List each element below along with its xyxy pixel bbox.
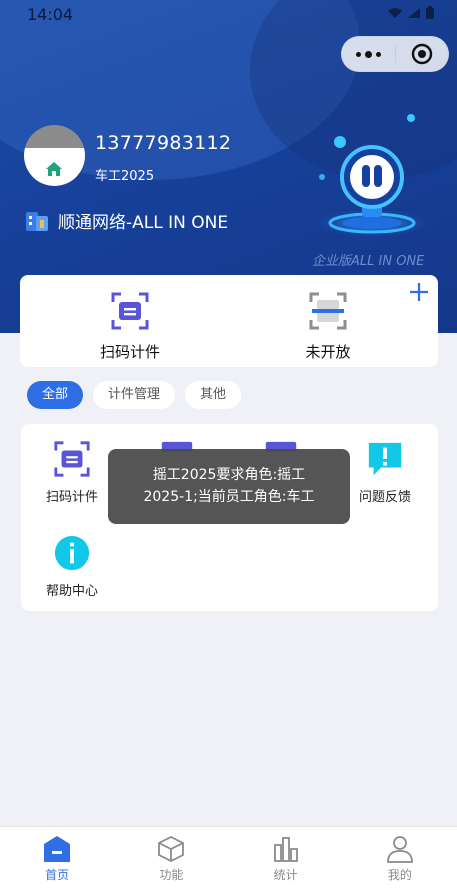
filter-chip-all[interactable]: 全部 [27, 381, 84, 409]
function-label: 扫码计件 [45, 490, 98, 505]
category-filter: 全部 计件管理 其他 [27, 381, 242, 409]
tab-label: 统计 [273, 868, 298, 882]
tab-functions[interactable]: 功能 [114, 827, 228, 888]
lightbulb-illustration [314, 114, 430, 237]
more-menu-button[interactable] [342, 37, 395, 71]
signal-icon [408, 8, 420, 18]
tab-home[interactable]: 首页 [0, 827, 114, 888]
function-help[interactable]: 帮助中心 [32, 534, 112, 599]
building-icon [26, 212, 48, 231]
quick-action-label: 扫码计件 [99, 343, 160, 361]
function-feedback[interactable]: 问题反馈 [345, 440, 425, 505]
function-scan[interactable]: 扫码计件 [32, 440, 112, 505]
company-row[interactable]: 顺通网络-ALL IN ONE [24, 207, 228, 233]
tab-label: 我的 [387, 868, 412, 882]
avatar[interactable] [24, 125, 85, 186]
scan-icon [111, 292, 149, 330]
quick-action-label: 未开放 [305, 343, 351, 361]
quick-action-unavailable[interactable]: 未开放 [268, 291, 388, 362]
user-phone: 13777983112 [95, 132, 232, 154]
close-miniprogram-button[interactable] [395, 43, 448, 65]
quick-action-scan[interactable]: 扫码计件 [70, 291, 190, 362]
user-icon [386, 836, 413, 863]
bottom-tab-bar: 首页 功能 统计 我的 [0, 826, 457, 888]
tab-statistics[interactable]: 统计 [229, 827, 343, 888]
quick-actions-card: 扫码计件 未开放 [20, 275, 438, 367]
role-warning-toast: 摇工2025要求角色:摇工 2025-1;当前员工角色:车工 [108, 449, 350, 524]
info-icon [54, 535, 90, 571]
bar-chart-icon [273, 837, 298, 862]
user-role: 车工2025 [95, 169, 155, 184]
tab-label: 功能 [159, 868, 184, 882]
home-icon [46, 162, 62, 176]
edition-label: 企业版ALL IN ONE [312, 254, 425, 269]
scan-frame-icon [309, 292, 347, 330]
function-label: 帮助中心 [45, 584, 98, 599]
tab-label: 首页 [45, 868, 70, 882]
scan-icon [54, 441, 90, 477]
cube-icon [158, 835, 185, 863]
status-time: 14:04 [27, 5, 74, 24]
target-icon [411, 43, 432, 65]
company-name: 顺通网络-ALL IN ONE [58, 212, 229, 233]
filter-chip-other[interactable]: 其他 [185, 381, 242, 409]
feedback-icon [368, 442, 402, 476]
filter-chip-piecework[interactable]: 计件管理 [93, 381, 176, 409]
tab-profile[interactable]: 我的 [343, 827, 457, 888]
wifi-icon [388, 8, 402, 18]
home-icon [44, 836, 71, 862]
toast-line: 2025-1;当前员工角色:车工 [143, 489, 315, 505]
miniprogram-capsule [341, 36, 449, 72]
toast-line: 摇工2025要求角色:摇工 [152, 467, 306, 483]
battery-icon [426, 6, 434, 19]
function-label: 问题反馈 [358, 490, 411, 505]
status-icons [387, 6, 435, 20]
plus-icon[interactable] [408, 281, 430, 303]
